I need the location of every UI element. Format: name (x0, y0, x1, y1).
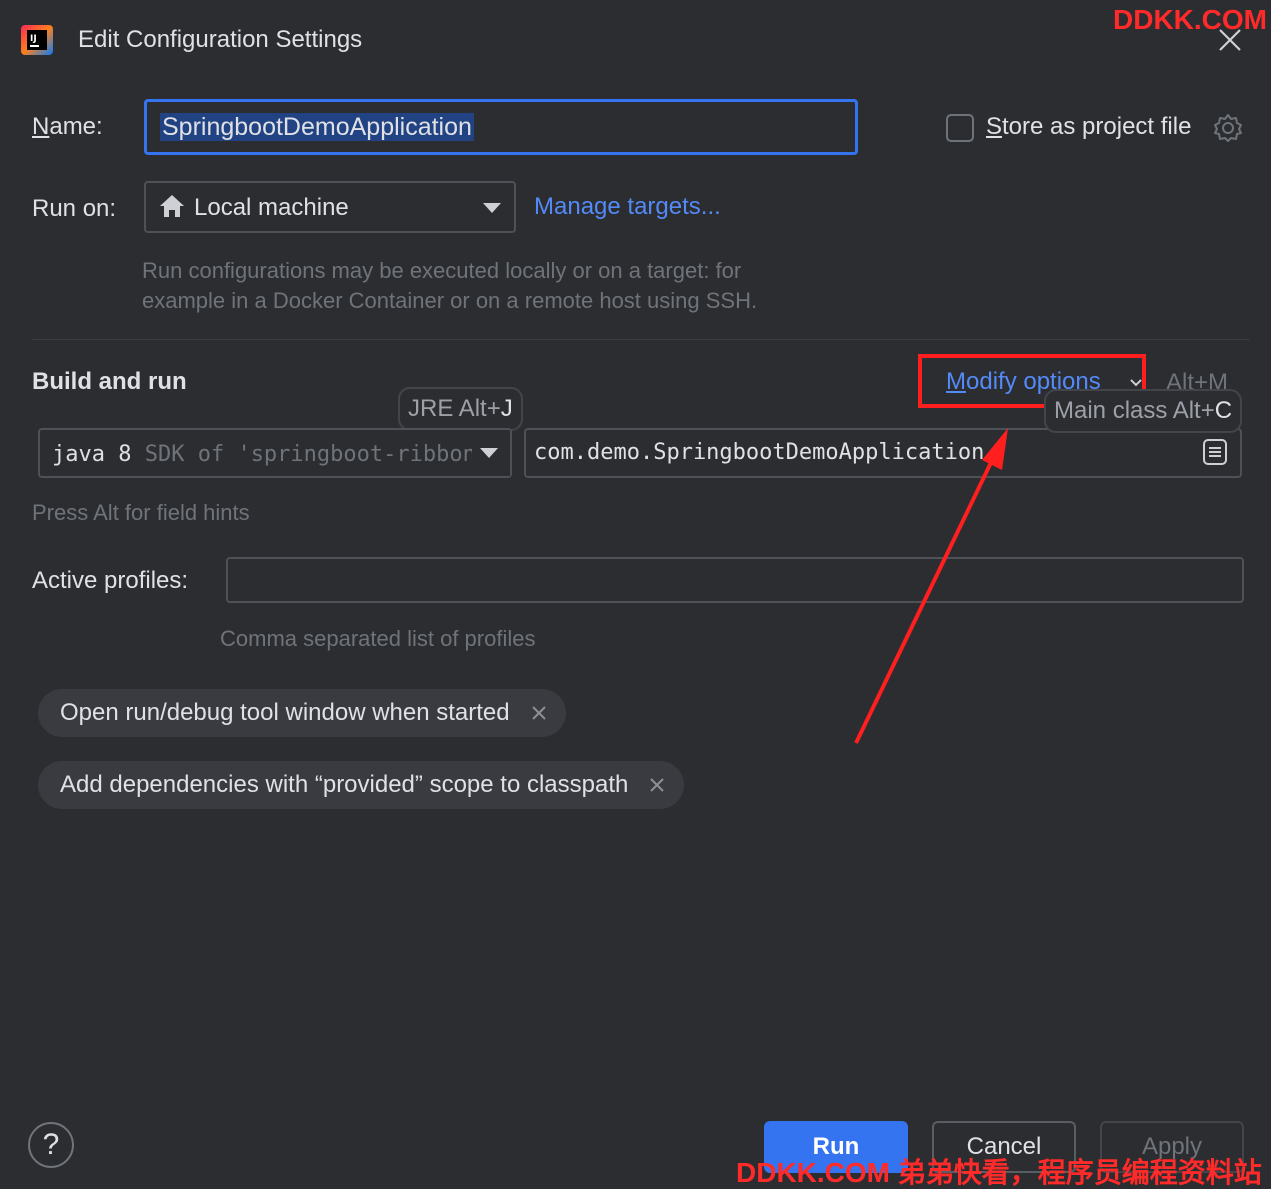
chevron-down-icon (480, 448, 498, 458)
name-input-value: SpringbootDemoApplication (160, 113, 474, 141)
chevron-down-icon (483, 203, 501, 213)
browse-list-icon[interactable] (1202, 438, 1228, 466)
gear-icon[interactable] (1212, 112, 1244, 144)
jre-field-hint: JRE Alt+J (398, 387, 523, 431)
section-divider (32, 339, 1250, 340)
option-chip-label: Add dependencies with “provided” scope t… (60, 771, 629, 798)
run-on-hint-line2: example in a Docker Container or on a re… (142, 288, 758, 313)
name-label: Name: (32, 113, 103, 140)
main-class-value: com.demo.SpringbootDemoApplication (534, 440, 985, 465)
active-profiles-label: Active profiles: (32, 567, 189, 594)
close-icon[interactable] (530, 704, 548, 722)
intellij-logo-icon: IJ (21, 25, 53, 55)
run-on-hint-line1: Run configurations may be executed local… (142, 258, 742, 283)
close-icon[interactable] (648, 776, 666, 794)
jre-value: java 8 SDK of 'springboot-ribbon' (52, 442, 472, 467)
store-as-project-file-checkbox[interactable] (946, 114, 974, 142)
run-on-label: Run on: (32, 195, 117, 222)
manage-targets-link[interactable]: Manage targets... (534, 192, 721, 222)
active-profiles-input[interactable] (226, 557, 1244, 603)
watermark-bottom: DDKK.COM 弟弟快看，程序员编程资料站 (736, 1157, 1262, 1188)
help-button[interactable]: ? (28, 1122, 74, 1168)
option-chip[interactable]: Add dependencies with “provided” scope t… (38, 761, 685, 809)
run-on-value: Local machine (194, 194, 349, 221)
svg-text:IJ: IJ (30, 34, 37, 44)
option-chip-label: Open run/debug tool window when started (60, 699, 510, 726)
active-profiles-hint: Comma separated list of profiles (220, 626, 536, 651)
option-chip[interactable]: Open run/debug tool window when started (38, 689, 566, 737)
store-as-project-file-label[interactable]: Store as project file (986, 112, 1191, 142)
field-hints-text: Press Alt for field hints (32, 500, 250, 525)
build-and-run-heading: Build and run (32, 368, 187, 395)
name-input[interactable]: SpringbootDemoApplication (144, 99, 858, 155)
close-icon[interactable] (1216, 26, 1244, 54)
dialog-title: Edit Configuration Settings (78, 26, 363, 53)
home-icon (160, 195, 184, 217)
main-class-field-hint: Main class Alt+C (1044, 389, 1243, 433)
